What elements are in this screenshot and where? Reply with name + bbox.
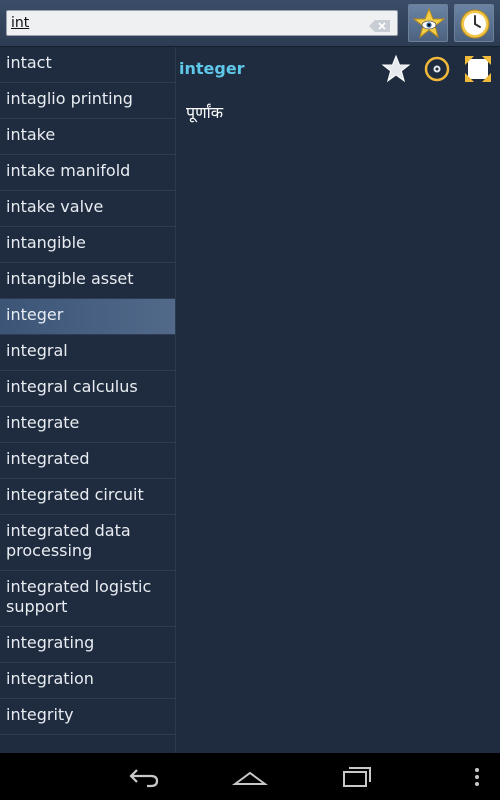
speaker-icon[interactable] bbox=[422, 54, 452, 84]
star-eye-icon bbox=[413, 8, 445, 39]
word-list-item[interactable]: intaglio printing bbox=[0, 83, 175, 119]
word-list-item[interactable]: intangible asset bbox=[0, 263, 175, 299]
clock-icon bbox=[460, 9, 490, 39]
word-list[interactable]: intact intaglio printing intake intake mani… bbox=[0, 47, 175, 753]
word-list-item-label: intangible bbox=[6, 233, 86, 252]
word-list-item[interactable]: integration bbox=[0, 663, 175, 699]
word-list-item[interactable]: integrating bbox=[0, 627, 175, 663]
star-icon[interactable] bbox=[381, 54, 411, 84]
word-list-item[interactable]: intake valve bbox=[0, 191, 175, 227]
backspace-icon[interactable] bbox=[369, 17, 391, 32]
word-list-item[interactable]: intangible bbox=[0, 227, 175, 263]
headword: integer bbox=[179, 59, 245, 78]
history-button[interactable] bbox=[454, 4, 494, 42]
search-box[interactable] bbox=[6, 10, 398, 36]
recent-apps-icon[interactable] bbox=[340, 764, 374, 790]
expand-icon[interactable] bbox=[463, 54, 493, 84]
navigation-bar bbox=[0, 753, 500, 800]
word-list-item-label: integrated data processing bbox=[6, 521, 131, 560]
word-list-item-label: integral calculus bbox=[6, 377, 138, 396]
word-list-item[interactable]: intake manifold bbox=[0, 155, 175, 191]
detail-pane: integer पूर्णांक bbox=[176, 47, 500, 753]
favorites-button[interactable] bbox=[408, 4, 448, 42]
word-list-item[interactable]: intact bbox=[0, 47, 175, 83]
word-list-item-label: integral bbox=[6, 341, 68, 360]
word-list-item-label: intake valve bbox=[6, 197, 104, 216]
word-list-item[interactable]: integrated bbox=[0, 443, 175, 479]
word-list-item[interactable]: integer bbox=[0, 299, 175, 335]
word-list-item-label: intaglio printing bbox=[6, 89, 133, 108]
word-list-item-label: integrating bbox=[6, 633, 95, 652]
word-list-item-label: integer bbox=[6, 305, 64, 324]
word-list-item[interactable]: integrated logistic support bbox=[0, 571, 175, 627]
word-list-item-label: intact bbox=[6, 53, 52, 72]
word-list-item-label: intake bbox=[6, 125, 56, 144]
word-list-item-label: integrity bbox=[6, 705, 74, 724]
dictionary-app: intact intaglio printing intake intake mani… bbox=[0, 0, 500, 800]
back-icon[interactable] bbox=[127, 764, 161, 790]
home-icon[interactable] bbox=[231, 764, 269, 790]
word-list-item-label: integrated bbox=[6, 449, 90, 468]
word-list-item[interactable]: intake bbox=[0, 119, 175, 155]
overflow-menu-icon[interactable] bbox=[472, 764, 482, 790]
word-list-item[interactable]: integral calculus bbox=[0, 371, 175, 407]
word-list-item[interactable]: integral bbox=[0, 335, 175, 371]
top-bar bbox=[0, 0, 500, 47]
word-list-item[interactable]: integrate bbox=[0, 407, 175, 443]
word-list-item[interactable]: integrity bbox=[0, 699, 175, 735]
search-input[interactable] bbox=[11, 11, 366, 35]
word-list-item-label: integrate bbox=[6, 413, 80, 432]
word-list-item-label: integrated circuit bbox=[6, 485, 144, 504]
word-list-item[interactable]: integrated data processing bbox=[0, 515, 175, 571]
word-list-item-label: integrated logistic support bbox=[6, 577, 152, 616]
word-list-item-label: intake manifold bbox=[6, 161, 131, 180]
translation-text: पूर्णांक bbox=[186, 103, 224, 122]
word-list-item-label: intangible asset bbox=[6, 269, 134, 288]
word-list-item[interactable]: integrated circuit bbox=[0, 479, 175, 515]
word-list-item-label: integration bbox=[6, 669, 94, 688]
